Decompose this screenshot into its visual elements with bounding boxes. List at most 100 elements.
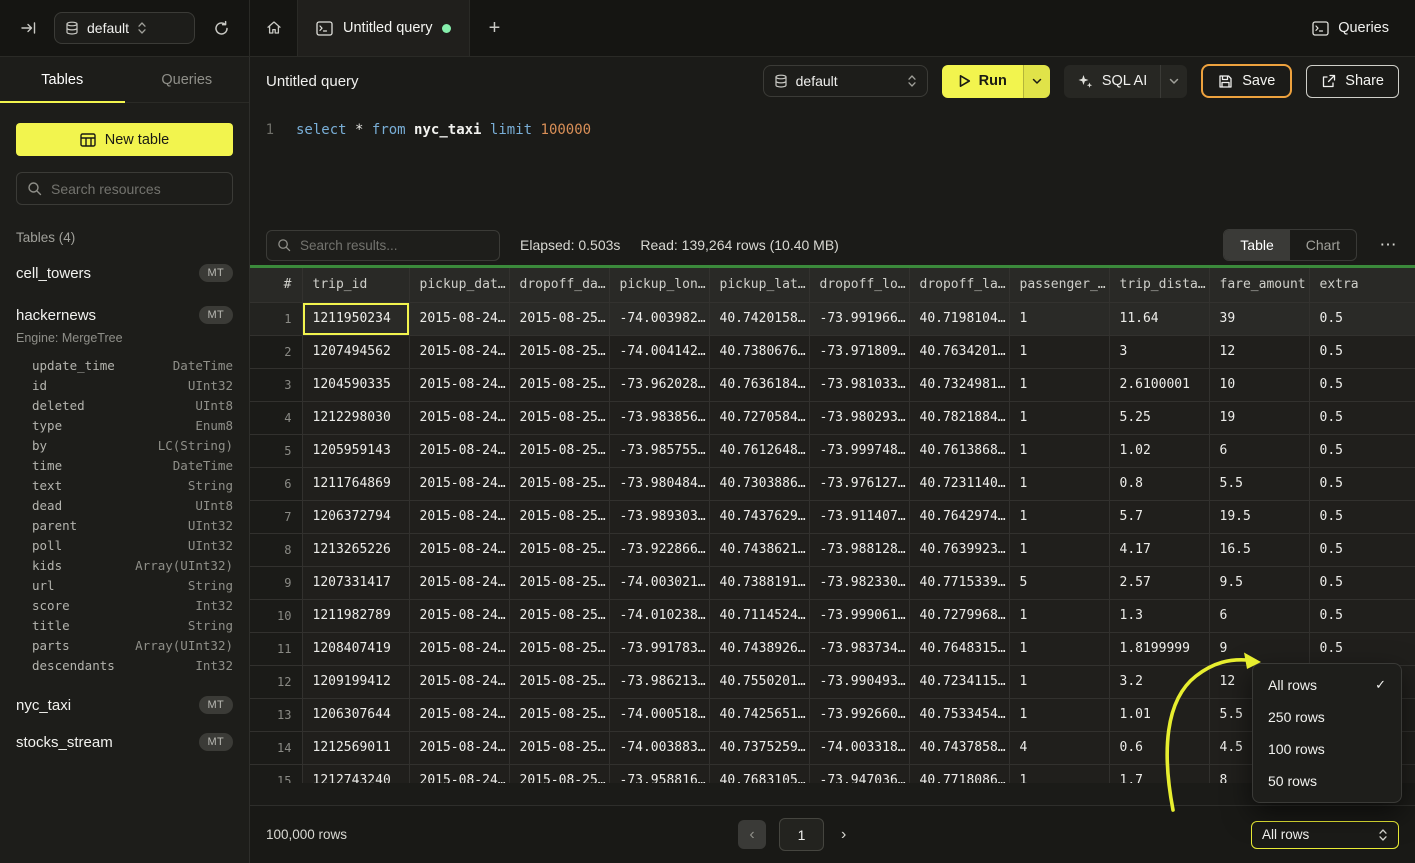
table-cell[interactable]: 0.5 xyxy=(1309,599,1415,632)
table-cell[interactable]: 40.7821884… xyxy=(909,401,1009,434)
table-cell[interactable]: 1 xyxy=(1009,434,1109,467)
column-header[interactable]: pickup_lat… xyxy=(709,268,809,302)
table-cell[interactable]: 2015-08-25… xyxy=(509,401,609,434)
refresh-button[interactable] xyxy=(207,14,235,42)
table-cell[interactable]: -73.986213… xyxy=(609,665,709,698)
dropdown-item[interactable]: All rows✓ xyxy=(1253,669,1401,701)
table-cell[interactable]: 1206372794 xyxy=(302,500,409,533)
table-cell[interactable]: 9.5 xyxy=(1209,566,1309,599)
table-cell[interactable]: 1 xyxy=(1009,764,1109,783)
table-cell[interactable]: 1 xyxy=(1009,368,1109,401)
sidebar-table-cell-towers[interactable]: cell_towers MT xyxy=(16,259,233,287)
run-button[interactable]: Run xyxy=(942,65,1023,98)
column-row[interactable]: kidsArray(UInt32) xyxy=(32,555,233,575)
table-cell[interactable]: 2015-08-25… xyxy=(509,632,609,665)
column-header[interactable]: dropoff_da… xyxy=(509,268,609,302)
table-cell[interactable]: 2015-08-24… xyxy=(409,434,509,467)
table-cell[interactable]: -74.003318… xyxy=(809,731,909,764)
table-cell[interactable]: 2015-08-25… xyxy=(509,566,609,599)
table-cell[interactable]: 1212298030 xyxy=(302,401,409,434)
table-cell[interactable]: -73.981033… xyxy=(809,368,909,401)
column-header[interactable]: dropoff_lo… xyxy=(809,268,909,302)
table-cell[interactable]: 40.7642974… xyxy=(909,500,1009,533)
column-row[interactable]: pollUInt32 xyxy=(32,535,233,555)
table-cell[interactable]: 2015-08-25… xyxy=(509,665,609,698)
table-cell[interactable]: 5.5 xyxy=(1209,467,1309,500)
table-cell[interactable]: 0.5 xyxy=(1309,632,1415,665)
column-row[interactable]: descendantsInt32 xyxy=(32,655,233,675)
table-cell[interactable]: 40.7613868… xyxy=(909,434,1009,467)
table-cell[interactable]: 40.7634201… xyxy=(909,335,1009,368)
table-cell[interactable]: 40.7380676… xyxy=(709,335,809,368)
table-cell[interactable]: -73.999061… xyxy=(809,599,909,632)
table-cell[interactable]: 40.7648315… xyxy=(909,632,1009,665)
new-tab-button[interactable]: + xyxy=(470,0,518,56)
table-cell[interactable]: -73.988128… xyxy=(809,533,909,566)
table-cell[interactable]: 40.7718086… xyxy=(909,764,1009,783)
table-cell[interactable]: 1213265226 xyxy=(302,533,409,566)
table-cell[interactable]: 1 xyxy=(1009,335,1109,368)
column-row[interactable]: parentUInt32 xyxy=(32,515,233,535)
column-row[interactable]: titleString xyxy=(32,615,233,635)
table-cell[interactable]: 19.5 xyxy=(1209,500,1309,533)
table-cell[interactable]: 1 xyxy=(1009,533,1109,566)
table-cell[interactable]: 2015-08-25… xyxy=(509,698,609,731)
table-cell[interactable]: 2015-08-24… xyxy=(409,368,509,401)
sidebar-table-stocks-stream[interactable]: stocks_stream MT xyxy=(16,728,233,756)
table-cell[interactable]: 40.7198104… xyxy=(909,302,1009,335)
table-cell[interactable]: -73.947036… xyxy=(809,764,909,783)
column-row[interactable]: typeEnum8 xyxy=(32,415,233,435)
tab-untitled-query[interactable]: Untitled query xyxy=(298,0,470,56)
table-cell[interactable]: -73.991783… xyxy=(609,632,709,665)
column-row[interactable]: scoreInt32 xyxy=(32,595,233,615)
table-cell[interactable]: 39 xyxy=(1209,302,1309,335)
table-cell[interactable]: 4.17 xyxy=(1109,533,1209,566)
table-cell[interactable]: 40.7533454… xyxy=(909,698,1009,731)
table-cell[interactable]: 40.7234115… xyxy=(909,665,1009,698)
column-header[interactable]: pickup_lon… xyxy=(609,268,709,302)
table-cell[interactable]: 11.64 xyxy=(1109,302,1209,335)
table-cell[interactable]: 1211950234 xyxy=(302,302,409,335)
column-row[interactable]: timeDateTime xyxy=(32,455,233,475)
column-header[interactable]: pickup_dat… xyxy=(409,268,509,302)
sidebar-table-hackernews[interactable]: hackernews MT xyxy=(16,301,233,329)
table-cell[interactable]: 2015-08-24… xyxy=(409,566,509,599)
table-cell[interactable]: 1211764869 xyxy=(302,467,409,500)
sql-editor[interactable]: 1 select * from nyc_taxi limit 100000 xyxy=(250,105,1415,225)
table-cell[interactable]: -74.003883… xyxy=(609,731,709,764)
table-cell[interactable]: -73.980293… xyxy=(809,401,909,434)
table-cell[interactable]: 4 xyxy=(1009,731,1109,764)
column-header[interactable]: # xyxy=(250,268,302,302)
table-cell[interactable]: 40.7388191… xyxy=(709,566,809,599)
table-cell[interactable]: 1212743240 xyxy=(302,764,409,783)
column-row[interactable]: deletedUInt8 xyxy=(32,395,233,415)
column-row[interactable]: partsArray(UInt32) xyxy=(32,635,233,655)
column-row[interactable]: textString xyxy=(32,475,233,495)
table-cell[interactable]: -73.985755… xyxy=(609,434,709,467)
table-cell[interactable]: 2.57 xyxy=(1109,566,1209,599)
table-cell[interactable]: -73.976127… xyxy=(809,467,909,500)
column-header[interactable]: trip_dista… xyxy=(1109,268,1209,302)
table-cell[interactable]: -74.003021… xyxy=(609,566,709,599)
column-header[interactable]: dropoff_la… xyxy=(909,268,1009,302)
table-cell[interactable]: 0.5 xyxy=(1309,566,1415,599)
table-cell[interactable]: 5.7 xyxy=(1109,500,1209,533)
table-cell[interactable]: 40.7636184… xyxy=(709,368,809,401)
table-cell[interactable]: -73.991966… xyxy=(809,302,909,335)
table-cell[interactable]: 40.7420158… xyxy=(709,302,809,335)
table-cell[interactable]: 2015-08-25… xyxy=(509,467,609,500)
tab-home[interactable] xyxy=(250,0,298,56)
column-row[interactable]: urlString xyxy=(32,575,233,595)
table-cell[interactable]: 0.5 xyxy=(1309,368,1415,401)
table-cell[interactable]: 5 xyxy=(1009,566,1109,599)
table-cell[interactable]: -73.962028… xyxy=(609,368,709,401)
table-cell[interactable]: 40.7550201… xyxy=(709,665,809,698)
table-cell[interactable]: 1.7 xyxy=(1109,764,1209,783)
table-cell[interactable]: 1212569011 xyxy=(302,731,409,764)
table-cell[interactable]: 40.7324981… xyxy=(909,368,1009,401)
table-cell[interactable]: -73.992660… xyxy=(809,698,909,731)
table-cell[interactable]: -73.999748… xyxy=(809,434,909,467)
new-table-button[interactable]: New table xyxy=(16,123,233,156)
sidebar-tab-queries[interactable]: Queries xyxy=(125,57,250,102)
table-cell[interactable]: 0.5 xyxy=(1309,533,1415,566)
